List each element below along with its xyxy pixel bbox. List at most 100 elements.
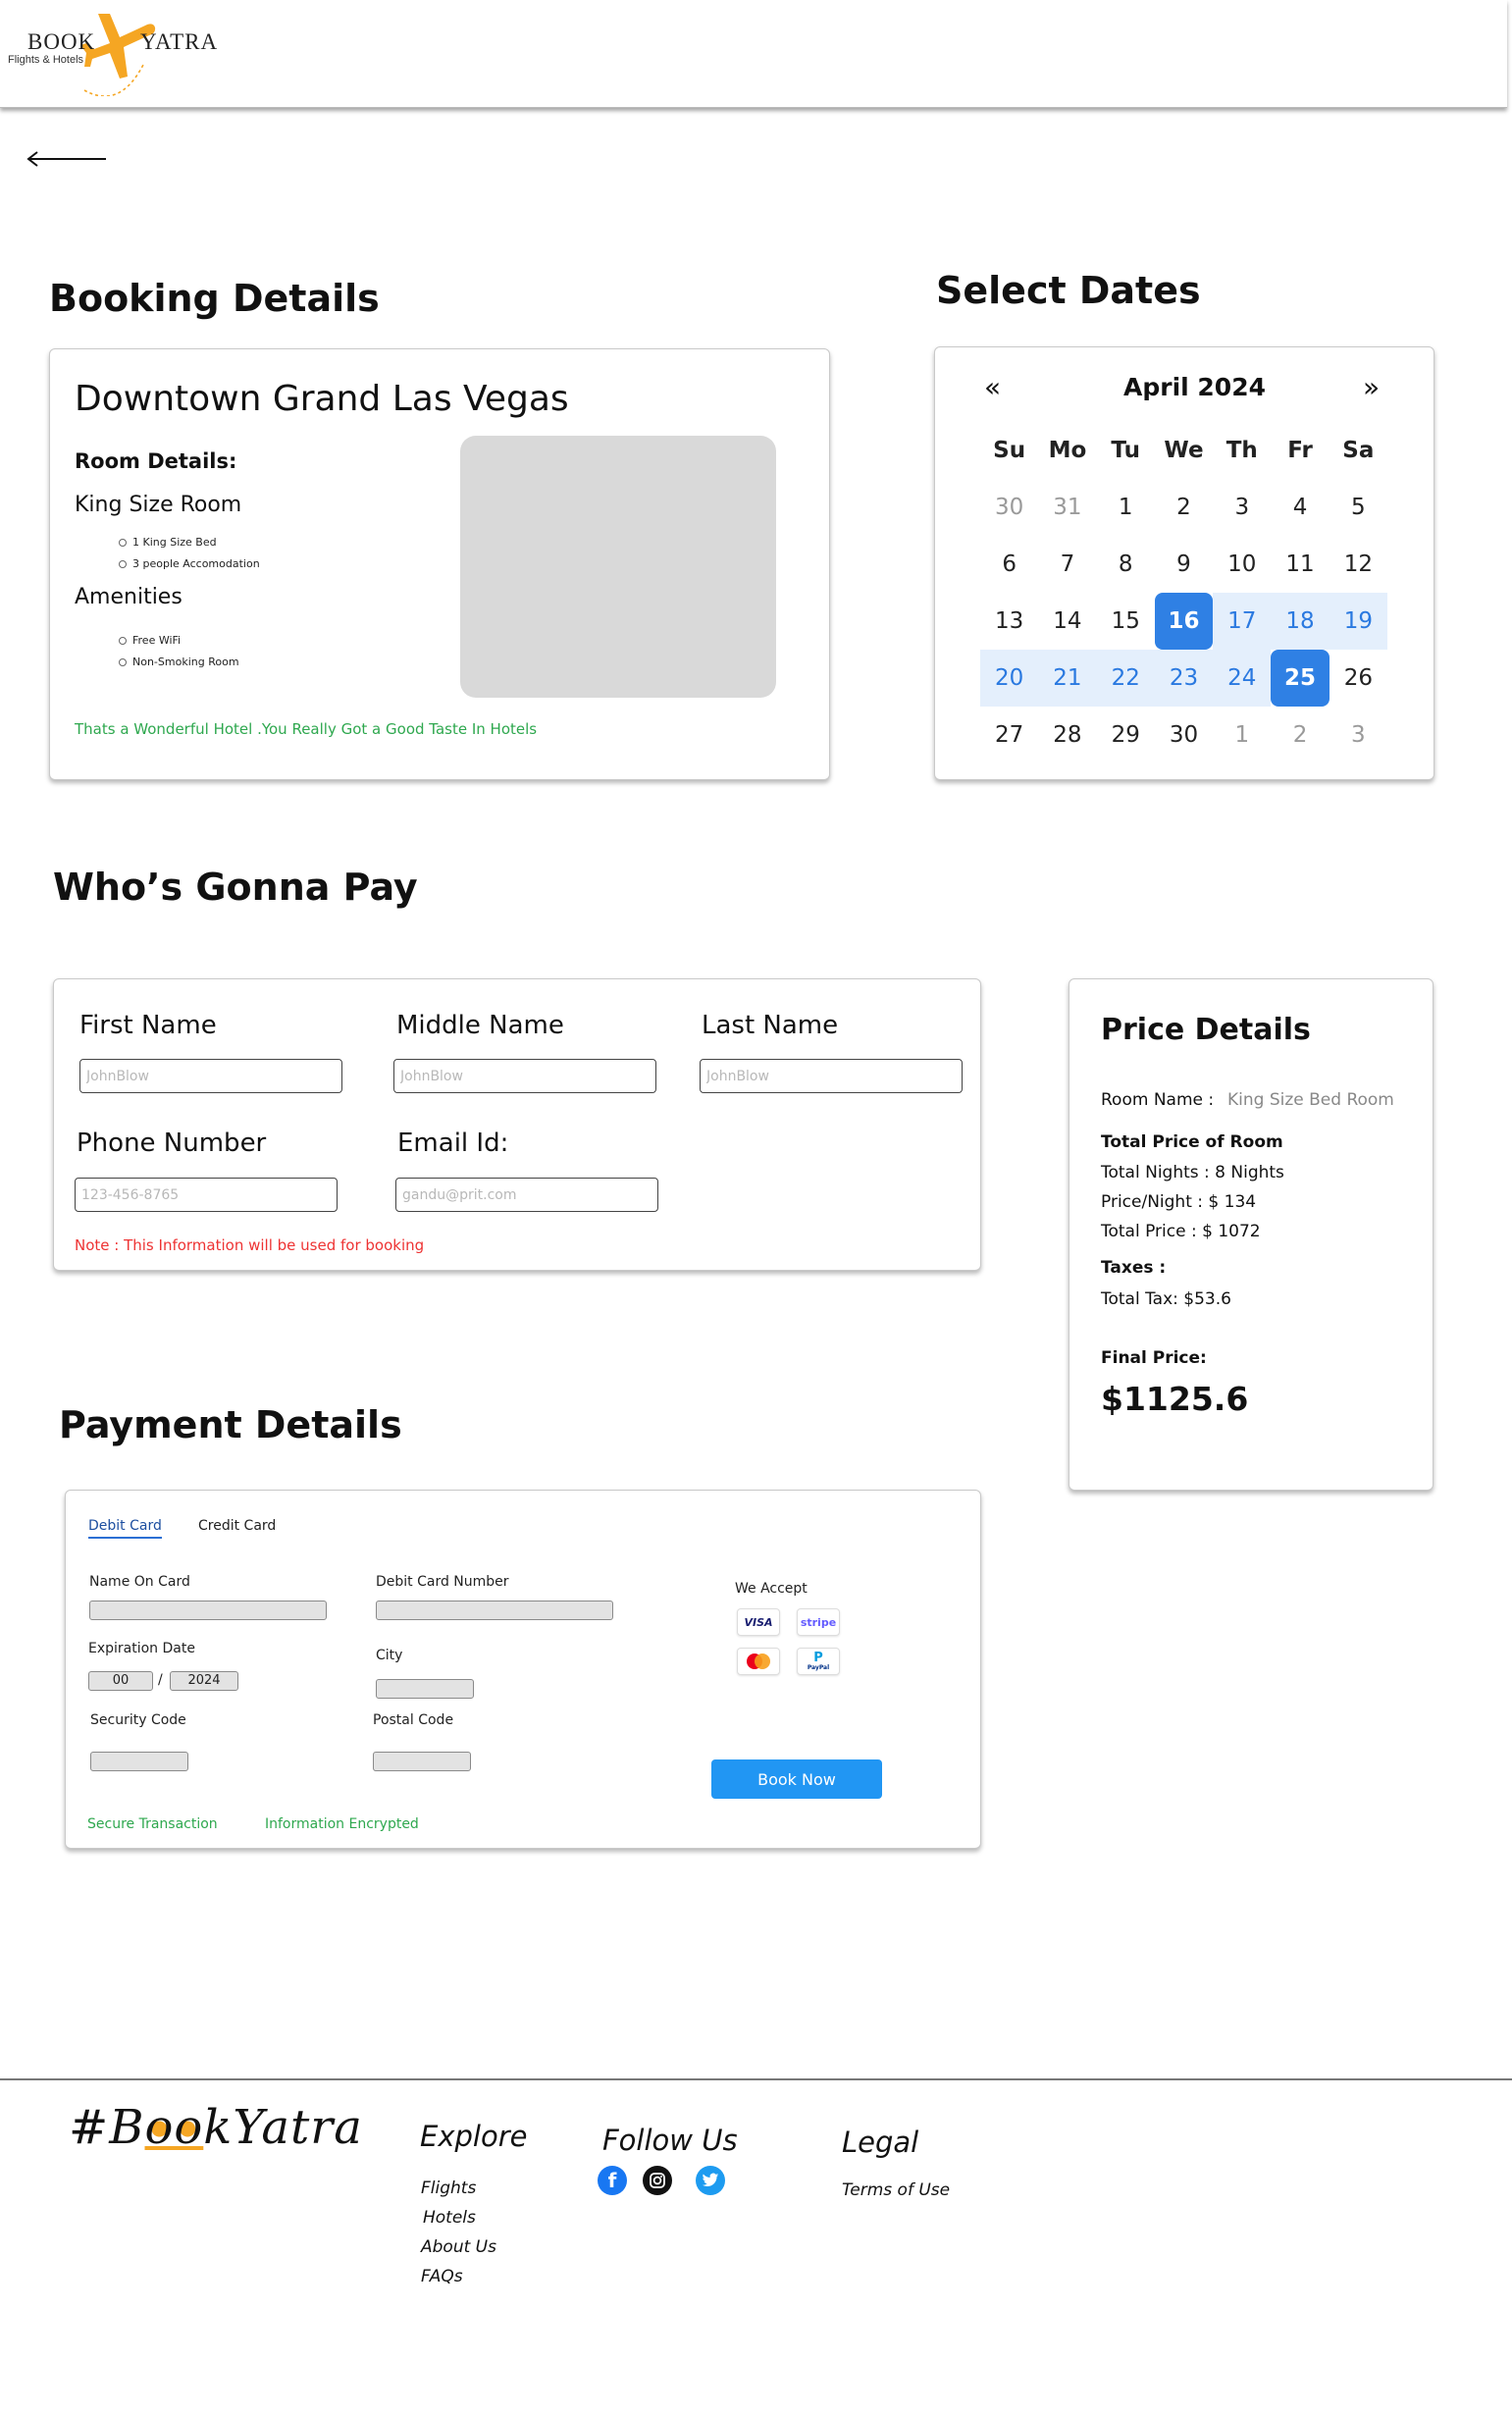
calendar-day[interactable]: 11 [1271,536,1329,593]
room-feature-item: 1 King Size Bed [119,536,217,549]
security-code-label: Security Code [90,1712,186,1728]
calendar-day[interactable]: 9 [1155,536,1213,593]
room-name-value: King Size Bed Room [1227,1090,1394,1110]
exp-month-input[interactable]: 00 [88,1671,153,1691]
calendar-day[interactable]: 4 [1271,479,1329,536]
calendar-day[interactable]: 8 [1097,536,1155,593]
middle-name-label: Middle Name [396,1011,564,1040]
footer-link-flights[interactable]: Flights [421,2179,476,2198]
information-encrypted-text: Information Encrypted [265,1816,419,1832]
price-details-card: Price Details Room Name : King Size Bed … [1069,978,1434,1491]
calendar-day[interactable]: 30 [980,479,1038,536]
calendar-grid: Su Mo Tu We Th Fr Sa 30 31 1 2 3 4 5 6 7… [980,422,1387,763]
expiration-date-label: Expiration Date [88,1641,195,1656]
bullet-icon [119,559,127,568]
next-month-icon[interactable]: » [1363,371,1380,403]
footer-link-hotels[interactable]: Hotels [423,2208,476,2228]
booking-details-title: Booking Details [49,277,380,320]
visa-logo-icon: VISA [737,1608,780,1636]
first-name-input[interactable] [79,1059,342,1093]
calendar-week-row: 20 21 22 23 24 25 26 [980,650,1387,707]
mastercard-logo-icon [737,1648,780,1675]
calendar-day[interactable]: 3 [1213,479,1271,536]
calendar-day[interactable]: 2 [1155,479,1213,536]
calendar-day[interactable]: 12 [1330,536,1387,593]
last-name-label: Last Name [702,1011,839,1040]
price-details-title: Price Details [1101,1013,1311,1047]
logo-yatra-text: YATRA [140,29,219,54]
calendar-day[interactable]: 15 [1097,593,1155,650]
legal-heading: Legal [842,2126,919,2159]
weekday-label: Su [993,438,1026,463]
calendar-day-in-range[interactable]: 21 [1038,650,1097,707]
instagram-icon[interactable] [643,2166,672,2195]
footer-link-about-us[interactable]: About Us [421,2237,496,2257]
calendar-day-selected-end[interactable]: 25 [1271,650,1330,707]
amenity-item: Non-Smoking Room [119,656,239,668]
footer-brand: #BookYatra [69,2100,363,2155]
footer-link-faqs[interactable]: FAQs [421,2267,463,2286]
logo-tagline: Flights & Hotels [8,54,84,66]
weekday-label: Mo [1048,438,1087,463]
calendar-day[interactable]: 31 [1038,479,1096,536]
total-price: Total Price : $ 1072 [1101,1222,1261,1241]
prev-month-icon[interactable]: « [984,371,1001,403]
name-on-card-input[interactable] [89,1601,327,1620]
room-name-label: Room Name : [1101,1090,1215,1110]
phone-number-input[interactable] [75,1178,338,1212]
postal-code-input[interactable] [373,1752,471,1771]
email-label: Email Id: [397,1129,509,1158]
middle-name-input[interactable] [393,1059,656,1093]
calendar-day[interactable]: 29 [1097,707,1155,763]
city-input[interactable] [376,1679,474,1699]
total-tax: Total Tax: $53.6 [1101,1289,1231,1309]
calendar-day[interactable]: 2 [1271,707,1329,763]
calendar-day-in-range[interactable]: 23 [1154,650,1214,707]
calendar-day-in-range[interactable]: 20 [980,650,1039,707]
calendar-day[interactable]: 26 [1330,650,1387,707]
calendar-day[interactable]: 13 [980,593,1038,650]
calendar-day[interactable]: 1 [1213,707,1271,763]
bullet-icon [119,657,127,666]
book-now-button[interactable]: Book Now [711,1759,882,1799]
calendar-day-in-range[interactable]: 18 [1271,593,1330,650]
weekday-label: Tu [1111,438,1140,463]
calendar-day-selected-start[interactable]: 16 [1154,593,1214,650]
calendar-day[interactable]: 28 [1038,707,1096,763]
calendar-day[interactable]: 1 [1097,479,1155,536]
footer-divider [0,2078,1512,2080]
calendar-day[interactable]: 27 [980,707,1038,763]
explore-heading: Explore [420,2120,528,2153]
card-number-input[interactable] [376,1601,613,1620]
payment-details-title: Payment Details [59,1403,402,1446]
footer-link-terms-of-use[interactable]: Terms of Use [842,2180,950,2200]
calendar-day-in-range[interactable]: 22 [1096,650,1155,707]
calendar-card: « April 2024 » Su Mo Tu We Th Fr Sa 30 3… [934,346,1434,780]
tab-debit-card[interactable]: Debit Card [88,1518,162,1539]
facebook-icon[interactable]: f [598,2166,627,2195]
calendar-day-in-range[interactable]: 19 [1329,593,1387,650]
calendar-day[interactable]: 5 [1330,479,1387,536]
back-arrow-icon[interactable] [26,147,108,171]
calendar-day-in-range[interactable]: 17 [1213,593,1272,650]
tab-credit-card[interactable]: Credit Card [198,1518,276,1534]
calendar-day[interactable]: 10 [1213,536,1271,593]
calendar-day[interactable]: 30 [1155,707,1213,763]
select-dates-title: Select Dates [936,269,1201,312]
exp-year-input[interactable]: 2024 [170,1671,238,1691]
calendar-day[interactable]: 3 [1330,707,1387,763]
calendar-day-in-range[interactable]: 24 [1213,650,1272,707]
calendar-day[interactable]: 14 [1038,593,1096,650]
city-label: City [376,1648,403,1663]
last-name-input[interactable] [700,1059,963,1093]
hotel-note: Thats a Wonderful Hotel .You Really Got … [75,720,538,738]
calendar-day[interactable]: 6 [980,536,1038,593]
twitter-icon[interactable] [696,2166,725,2195]
calendar-day[interactable]: 7 [1038,536,1096,593]
we-accept-label: We Accept [735,1581,808,1597]
secure-transaction-text: Secure Transaction [87,1816,218,1832]
room-details-label: Room Details: [75,449,237,473]
email-input[interactable] [395,1178,658,1212]
security-code-input[interactable] [90,1752,188,1771]
price-per-night: Price/Night : $ 134 [1101,1192,1257,1212]
